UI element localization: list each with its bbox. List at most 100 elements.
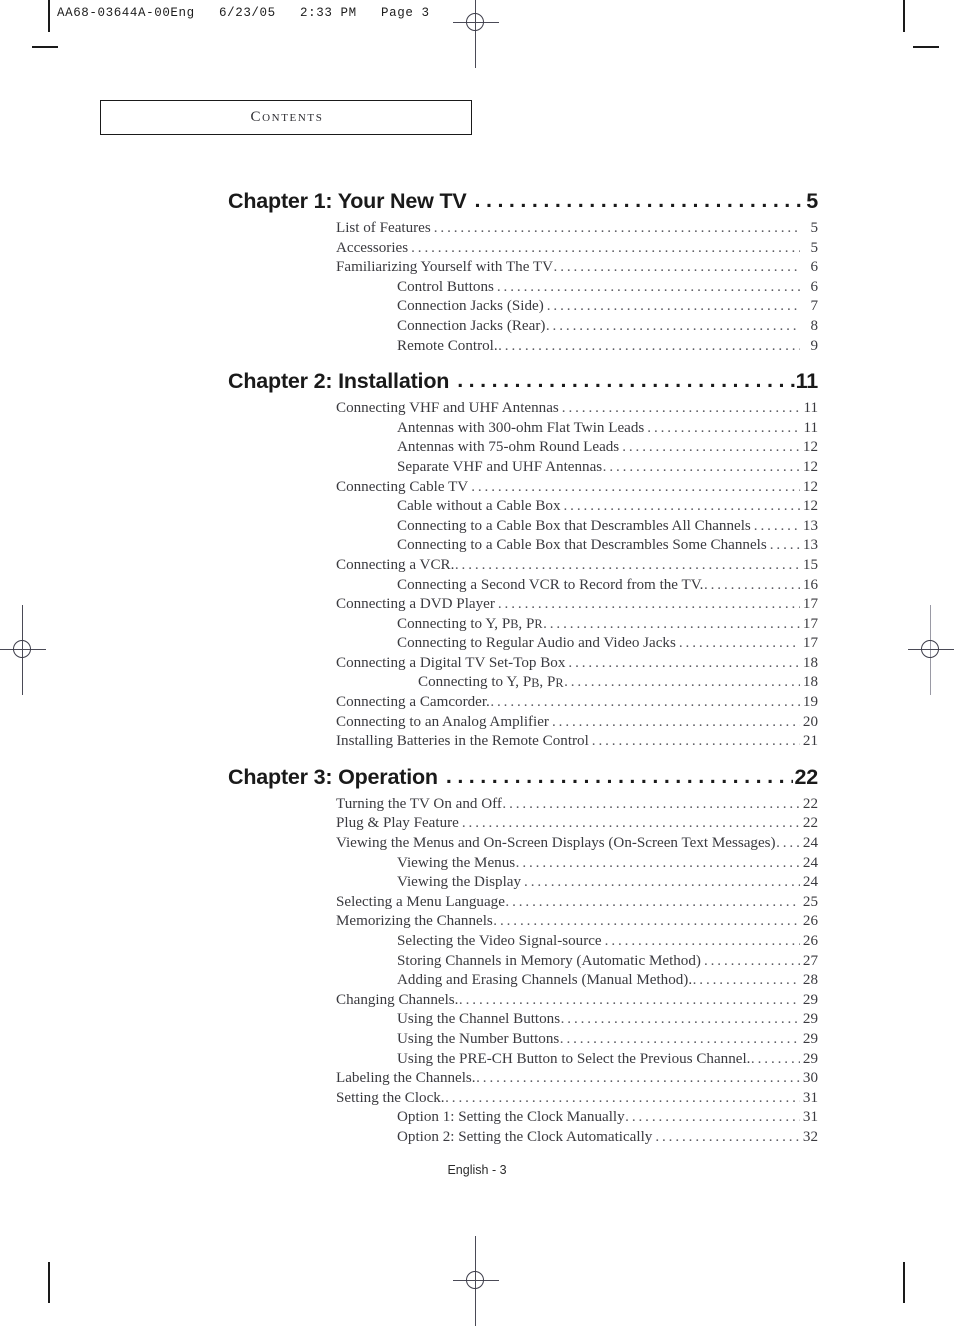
toc-chapter-heading[interactable]: Chapter 2: Installation.................… [228,368,818,394]
toc-leader-dots: ........................................… [622,439,800,456]
toc-leader-dots: ........................................… [458,991,800,1008]
toc-leader-dots: ........................................… [750,1050,800,1067]
toc-entry-page-number: 15 [802,556,818,573]
toc-leader-dots: ........................................… [776,835,799,852]
toc-entry-label: Installing Batteries in the Remote Contr… [336,733,589,750]
toc-entry-page-number: 5 [810,239,818,256]
toc-entry-page-number: 26 [802,913,818,930]
toc-entry-level-2[interactable]: Connecting to Y, PB, PR.................… [228,673,818,693]
toc-entry-level-1[interactable]: Turning the TV On and Off...............… [228,795,818,815]
toc-entry-level-2[interactable]: Separate VHF and UHF Antennas...........… [228,458,818,478]
toc-entry-level-1[interactable]: Memorizing the Channels.................… [228,912,818,932]
toc-entry-label: Connecting Cable TV [336,478,469,495]
toc-entry-level-2[interactable]: Connecting a Second VCR to Record from t… [228,576,818,596]
page-title: Contents [250,109,324,125]
toc-entry-page-number: 22 [802,815,818,832]
toc-entry-label: Antennas with 300-ohm Flat Twin Leads [397,419,645,436]
toc-chapter-heading[interactable]: Chapter 1: Your New TV..................… [228,188,818,214]
toc-entry-level-2[interactable]: Viewing the Display.....................… [228,873,818,893]
toc-leader-dots: ........................................… [476,1070,799,1087]
toc-entry-level-2[interactable]: Option 1: Setting the Clock Manually....… [228,1108,818,1128]
toc-entry-level-2[interactable]: Control Buttons.........................… [228,278,818,298]
toc-entry-label: Plug & Play Feature [336,815,459,832]
toc-entry-page-number: 29 [802,991,818,1008]
toc-entry-level-2[interactable]: Antennas with 75-ohm Round Leads........… [228,438,818,458]
toc-entry-level-1[interactable]: Selecting a Menu Language...............… [228,893,818,913]
toc-leader-dots: ........................................… [561,400,800,417]
toc-leader-dots: ........................................… [498,337,799,354]
toc-leader-dots: ........................................… [551,713,800,730]
toc-entry-page-number: 9 [810,337,818,354]
toc-entry-label: Remote Control. [397,337,498,354]
toc-entry-level-1[interactable]: Connecting a DVD Player.................… [228,595,818,615]
toc-leader-dots: ........................................… [543,615,799,632]
print-job-header: AA68-03644A-00Eng 6/23/05 2:33 PM Page 3 [0,0,954,40]
toc-entry-level-1[interactable]: Viewing the Menus and On-Screen Displays… [228,834,818,854]
toc-chapter-heading[interactable]: Chapter 3: Operation....................… [228,764,818,790]
toc-chapter-title: Chapter 3: Operation [228,764,438,789]
toc-entry-page-number: 29 [802,1011,818,1028]
toc-entry-level-2[interactable]: Viewing the Menus.......................… [228,854,818,874]
registration-mark-right [908,605,954,695]
toc-entry-level-1[interactable]: Connecting a Digital TV Set-Top Box.....… [228,654,818,674]
toc-entry-page-number: 32 [802,1128,818,1145]
toc-entry-level-2[interactable]: Using the Channel Buttons...............… [228,1010,818,1030]
toc-entry-page-number: 11 [803,419,818,436]
toc-entry-page-number: 16 [802,576,818,593]
toc-entry-page-number: 8 [810,317,818,334]
toc-entry-page-number: 6 [810,259,818,276]
toc-entry-level-1[interactable]: Labeling the Channels...................… [228,1069,818,1089]
toc-entry-level-2[interactable]: Connecting to Regular Audio and Video Ja… [228,634,818,654]
toc-entry-level-2[interactable]: Cable without a Cable Box...............… [228,497,818,517]
toc-entry-level-2[interactable]: Connecting to a Cable Box that Descrambl… [228,536,818,556]
toc-entry-level-1[interactable]: Connecting a VCR........................… [228,556,818,576]
toc-entry-level-1[interactable]: Connecting Cable TV.....................… [228,478,818,498]
toc-entry-level-2[interactable]: Connection Jacks (Rear).................… [228,317,818,337]
toc-entry-page-number: 30 [802,1070,818,1087]
toc-entry-level-1[interactable]: Connecting VHF and UHF Antennas.........… [228,399,818,419]
toc-entry-label: Option 2: Setting the Clock Automaticall… [397,1128,653,1145]
toc-entry-page-number: 12 [802,498,818,515]
toc-entry-level-2[interactable]: Connection Jacks (Side).................… [228,297,818,317]
toc-leader-dots: ........................................… [703,952,800,969]
toc-entry-level-2[interactable]: Using the PRE-CH Button to Select the Pr… [228,1050,818,1070]
toc-entry-page-number: 26 [802,933,818,949]
toc-entry-level-1[interactable]: Setting the Clock.......................… [228,1089,818,1109]
toc-entry-level-2[interactable]: Adding and Erasing Channels (Manual Meth… [228,971,818,991]
toc-leader-dots: ........................................… [560,1011,800,1028]
toc-entry-label: Selecting a Menu Language [336,893,505,910]
toc-entry-page-number: 29 [802,1030,818,1047]
toc-entry-level-2[interactable]: Remote Control..........................… [228,337,818,357]
toc-leader-dots: ........................................… [678,635,800,652]
registration-mark-left [0,605,46,695]
toc-entry-level-2[interactable]: Using the Number Buttons................… [228,1030,818,1050]
toc-entry-level-1[interactable]: Accessories.............................… [228,239,818,259]
toc-leader-dots: ........................................… [505,893,800,910]
toc-entry-page-number: 17 [802,635,818,652]
toc-entry-level-1[interactable]: Installing Batteries in the Remote Contr… [228,732,818,752]
toc-entry-page-number: 31 [802,1109,818,1126]
toc-entry-label: Cable without a Cable Box [397,498,561,515]
toc-entry-level-2[interactable]: Option 2: Setting the Clock Automaticall… [228,1128,818,1148]
toc-entry-label: Using the PRE-CH Button to Select the Pr… [397,1050,751,1067]
toc-entry-level-1[interactable]: List of Features........................… [228,219,818,239]
toc-entry-level-2[interactable]: Antennas with 300-ohm Flat Twin Leads...… [228,419,818,439]
toc-entry-level-2[interactable]: Storing Channels in Memory (Automatic Me… [228,952,818,972]
toc-entry-level-1[interactable]: Changing Channels.......................… [228,991,818,1011]
toc-entry-page-number: 7 [810,298,818,315]
subscript-glyph: R [555,676,564,691]
toc-entry-level-2[interactable]: Selecting the Video Signal-source.......… [228,932,818,952]
toc-entry-label: Changing Channels. [336,991,459,1008]
toc-entry-level-2[interactable]: Connecting to Y, PB, PR.................… [228,615,818,635]
toc-entry-level-2[interactable]: Connecting to a Cable Box that Descrambl… [228,517,818,537]
toc-entry-label: Selecting the Video Signal-source [397,933,602,949]
toc-entry-label: Turning the TV On and Off [336,795,502,812]
toc-entry-label: Using the Channel Buttons [397,1011,561,1028]
toc-entry-level-1[interactable]: Plug & Play Feature.....................… [228,814,818,834]
toc-entry-level-1[interactable]: Connecting a Camcorder..................… [228,693,818,713]
crop-mark-bottom-right-vertical [903,1262,905,1303]
toc-entry-level-1[interactable]: Familiarizing Yourself with The TV......… [228,258,818,278]
toc-entry-label: Familiarizing Yourself with The TV [336,259,554,276]
toc-entry-label: Connecting a VCR. [336,556,455,573]
toc-entry-level-1[interactable]: Connecting to an Analog Amplifier.......… [228,713,818,733]
